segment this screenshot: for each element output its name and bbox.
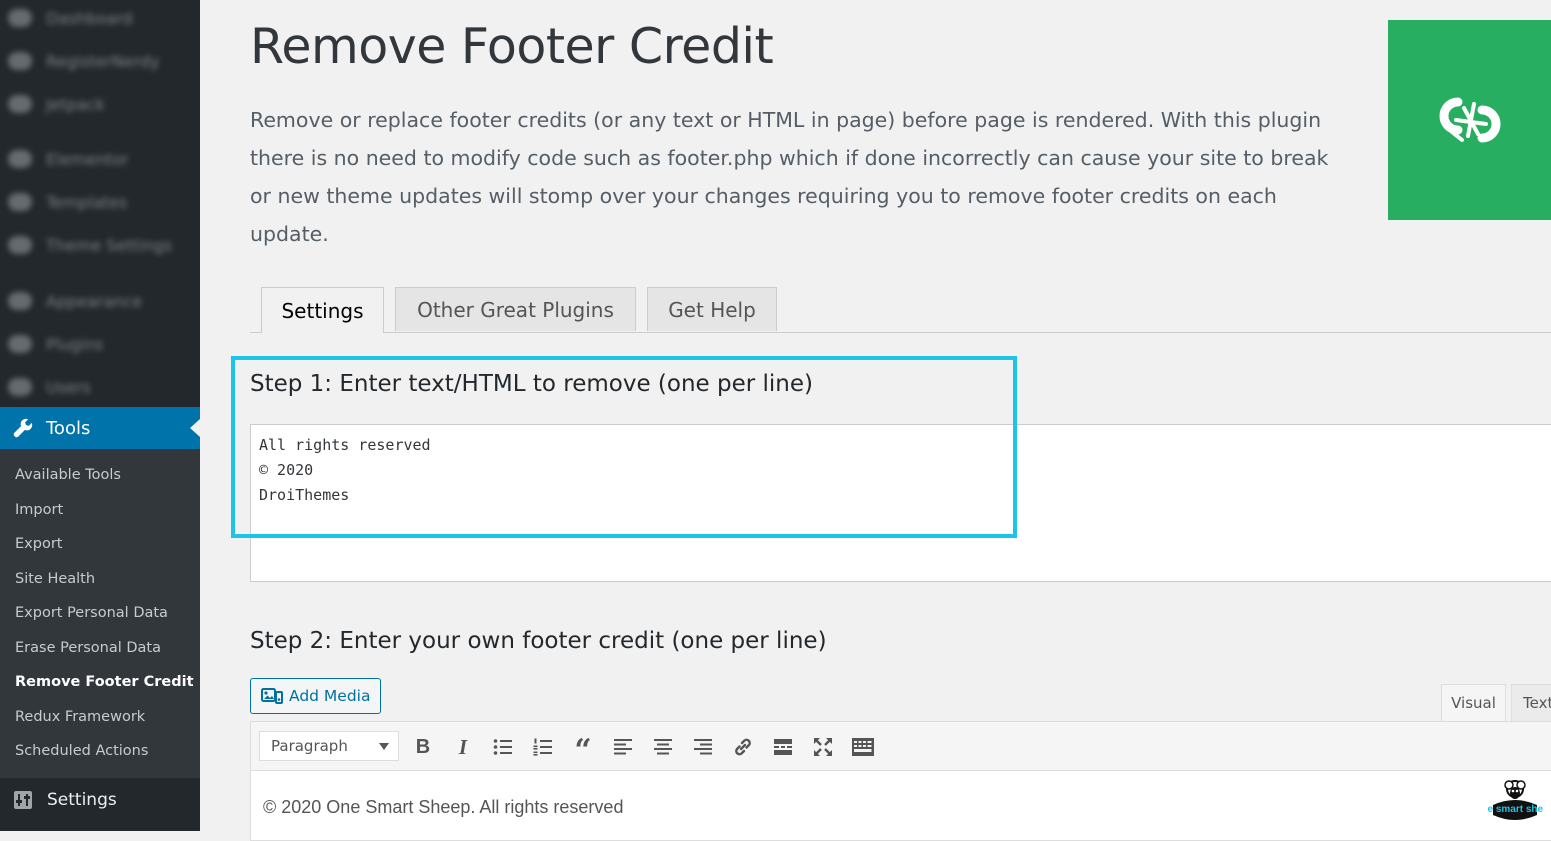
theme-settings-icon xyxy=(8,236,32,254)
folder-icon xyxy=(8,193,32,211)
brush-icon xyxy=(8,292,32,310)
sidebar-item-users[interactable]: Users xyxy=(8,377,91,397)
submenu-export[interactable]: Export xyxy=(15,536,62,552)
jetpack-icon xyxy=(8,95,32,113)
editor-tab-visual[interactable]: Visual xyxy=(1441,684,1506,721)
bold-button[interactable]: B xyxy=(410,734,436,760)
read-more-button[interactable] xyxy=(770,734,796,760)
align-center-button[interactable] xyxy=(650,734,676,760)
format-select-value: Paragraph xyxy=(271,737,348,755)
plugin-logo-icon xyxy=(1434,84,1506,156)
bullet-list-icon xyxy=(493,738,513,756)
submenu-export-personal-data[interactable]: Export Personal Data xyxy=(15,605,168,621)
italic-icon: I xyxy=(459,735,467,760)
toolbar-toggle-icon xyxy=(851,737,875,757)
sidebar-item-settings[interactable]: Settings xyxy=(0,778,200,822)
editor-content: © 2020 One Smart Sheep. All rights reser… xyxy=(263,797,623,818)
remove-text-textarea[interactable]: All rights reserved © 2020 DroiThemes xyxy=(250,424,1551,582)
toolbar-toggle-button[interactable] xyxy=(850,734,876,760)
read-more-icon xyxy=(773,738,793,756)
align-center-icon xyxy=(653,738,673,756)
align-left-icon xyxy=(613,738,633,756)
plugin-menu-icon xyxy=(8,52,32,70)
wrench-icon xyxy=(12,417,34,439)
settings-tabs: Settings Other Great Plugins Get Help xyxy=(250,287,1551,333)
bold-icon: B xyxy=(416,736,430,759)
step1-heading: Step 1: Enter text/HTML to remove (one p… xyxy=(250,371,813,397)
page-title: Remove Footer Credit xyxy=(250,18,773,75)
sidebar-item-plugins[interactable]: Plugins xyxy=(8,334,103,354)
tab-other-great-plugins[interactable]: Other Great Plugins xyxy=(395,287,636,331)
submenu-available-tools[interactable]: Available Tools xyxy=(15,467,121,483)
sidebar-item-tools[interactable]: Tools xyxy=(0,407,200,449)
numbered-list-icon xyxy=(533,738,553,756)
format-select[interactable]: Paragraph xyxy=(259,731,399,761)
users-icon xyxy=(8,378,32,396)
editor-tab-text[interactable]: Text xyxy=(1511,684,1551,721)
fullscreen-icon xyxy=(813,737,833,757)
sidebar-item-label: Settings xyxy=(47,790,117,810)
insert-link-button[interactable] xyxy=(730,734,756,760)
dashboard-icon xyxy=(8,9,32,27)
submenu-redux-framework[interactable]: Redux Framework xyxy=(15,709,145,725)
blockquote-icon: “ xyxy=(574,738,591,764)
add-media-icon xyxy=(261,686,283,706)
svg-text:one smart sheep: one smart sheep xyxy=(1487,804,1543,815)
submenu-erase-personal-data[interactable]: Erase Personal Data xyxy=(15,640,161,656)
sidebar-item-label: Tools xyxy=(46,418,90,439)
align-right-button[interactable] xyxy=(690,734,716,760)
elementor-icon xyxy=(8,150,32,168)
link-icon xyxy=(732,736,754,758)
align-right-icon xyxy=(693,738,713,756)
tab-get-help[interactable]: Get Help xyxy=(647,287,777,331)
sidebar-item-registernerdy[interactable]: RegisterNerdy xyxy=(8,51,160,71)
plug-icon xyxy=(8,335,32,353)
add-media-label: Add Media xyxy=(289,687,371,705)
submenu-import[interactable]: Import xyxy=(15,502,63,518)
sidebar-item-jetpack[interactable]: Jetpack xyxy=(8,94,105,114)
one-smart-sheep-badge-icon: one smart sheep xyxy=(1487,775,1543,829)
plugin-description: Remove or replace footer credits (or any… xyxy=(250,101,1330,253)
fullscreen-button[interactable] xyxy=(810,734,836,760)
submenu-remove-footer-credit[interactable]: Remove Footer Credit xyxy=(15,674,194,690)
numbered-list-button[interactable] xyxy=(530,734,556,760)
sidebar-item-templates[interactable]: Templates xyxy=(8,192,127,212)
tab-settings[interactable]: Settings xyxy=(261,287,384,333)
sidebar-item-elementor[interactable]: Elementor xyxy=(8,149,129,169)
italic-button[interactable]: I xyxy=(450,734,476,760)
editor-toolbar: Paragraph B I “ xyxy=(250,721,1551,771)
submenu-scheduled-actions[interactable]: Scheduled Actions xyxy=(15,743,148,759)
tools-submenu: Available Tools Import Export Site Healt… xyxy=(0,449,200,778)
admin-sidebar: Dashboard RegisterNerdy Jetpack Elemento… xyxy=(0,0,200,831)
step2-heading: Step 2: Enter your own footer credit (on… xyxy=(250,628,827,654)
sidebar-item-dashboard[interactable]: Dashboard xyxy=(8,8,133,28)
one-smart-sheep-badge: one smart sheep xyxy=(1487,775,1543,829)
submenu-site-health[interactable]: Site Health xyxy=(15,571,95,587)
current-menu-arrow xyxy=(190,419,200,437)
sidebar-item-appearance[interactable]: Appearance xyxy=(8,291,142,311)
chevron-down-icon xyxy=(379,743,389,750)
bullet-list-button[interactable] xyxy=(490,734,516,760)
blockquote-button[interactable]: “ xyxy=(570,734,596,760)
settings-icon xyxy=(13,790,33,810)
sidebar-item-theme-settings[interactable]: Theme Settings xyxy=(8,235,172,255)
plugin-logo xyxy=(1388,20,1551,220)
align-left-button[interactable] xyxy=(610,734,636,760)
add-media-button[interactable]: Add Media xyxy=(250,678,381,714)
